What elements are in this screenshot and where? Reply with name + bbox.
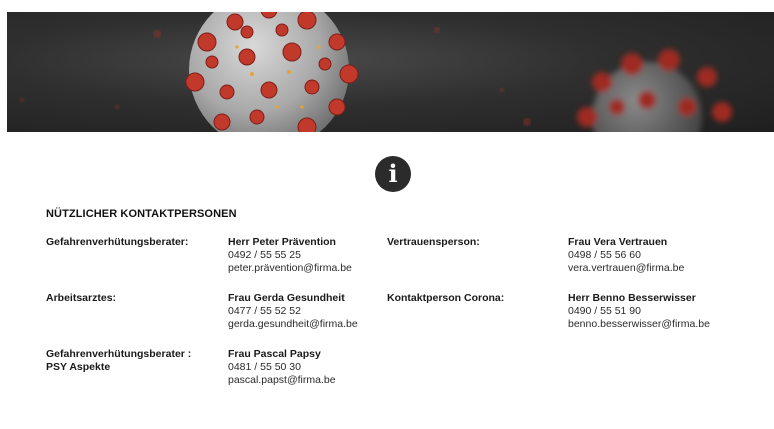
contact-card: Herr Peter Prävention 0492 / 55 55 25 pe…: [228, 236, 352, 275]
contact-phone: 0492 / 55 55 25: [228, 249, 301, 261]
contact-email[interactable]: benno.besserwisser@firma.be: [568, 318, 710, 331]
contact-phone: 0481 / 55 50 30: [228, 361, 301, 373]
contact-email[interactable]: vera.vertrauen@firma.be: [568, 262, 684, 275]
role-label: Arbeitsarztes:: [46, 292, 117, 304]
contact-phone: 0490 / 55 51 90: [568, 305, 641, 317]
contact-name: Frau Gerda Gesundheit: [228, 292, 345, 304]
contact-phone: 0498 / 55 56 60: [568, 249, 641, 261]
role-label: Gefahrenverhütungsberater:: [46, 236, 189, 248]
contact-name: Frau Pascal Papsy: [228, 348, 321, 360]
contact-card: Frau Pascal Papsy 0481 / 55 50 30 pascal…: [228, 348, 336, 387]
page: i NÜTZLICHER KONTAKTPERSONEN Gefahrenver…: [0, 0, 774, 429]
role-label: Gefahrenverhütungsberater : PSY Aspekte: [46, 348, 191, 374]
contact-email[interactable]: gerda.gesundheit@firma.be: [228, 318, 358, 331]
contact-card: Frau Gerda Gesundheit 0477 / 55 52 52 ge…: [228, 292, 358, 331]
section-title: NÜTZLICHER KONTAKTPERSONEN: [46, 208, 237, 220]
contact-card: Herr Benno Besserwisser 0490 / 55 51 90 …: [568, 292, 710, 331]
info-icon: i: [375, 156, 411, 192]
contact-phone: 0477 / 55 52 52: [228, 305, 301, 317]
contact-name: Frau Vera Vertrauen: [568, 236, 668, 248]
role-label-line1: Gefahrenverhütungsberater :: [46, 348, 192, 360]
contact-name: Herr Benno Besserwisser: [568, 292, 696, 304]
role-label: Vertrauensperson:: [387, 236, 480, 248]
coronavirus-illustration: [20, 12, 732, 132]
contact-email[interactable]: peter.prävention@firma.be: [228, 262, 352, 275]
role-label: Kontaktperson Corona:: [387, 292, 505, 304]
contact-email[interactable]: pascal.papst@firma.be: [228, 374, 336, 387]
coronavirus-banner-image: [7, 12, 774, 132]
role-label-line2: PSY Aspekte: [46, 361, 111, 373]
contact-name: Herr Peter Prävention: [228, 236, 336, 248]
contact-card: Frau Vera Vertrauen 0498 / 55 56 60 vera…: [568, 236, 684, 275]
